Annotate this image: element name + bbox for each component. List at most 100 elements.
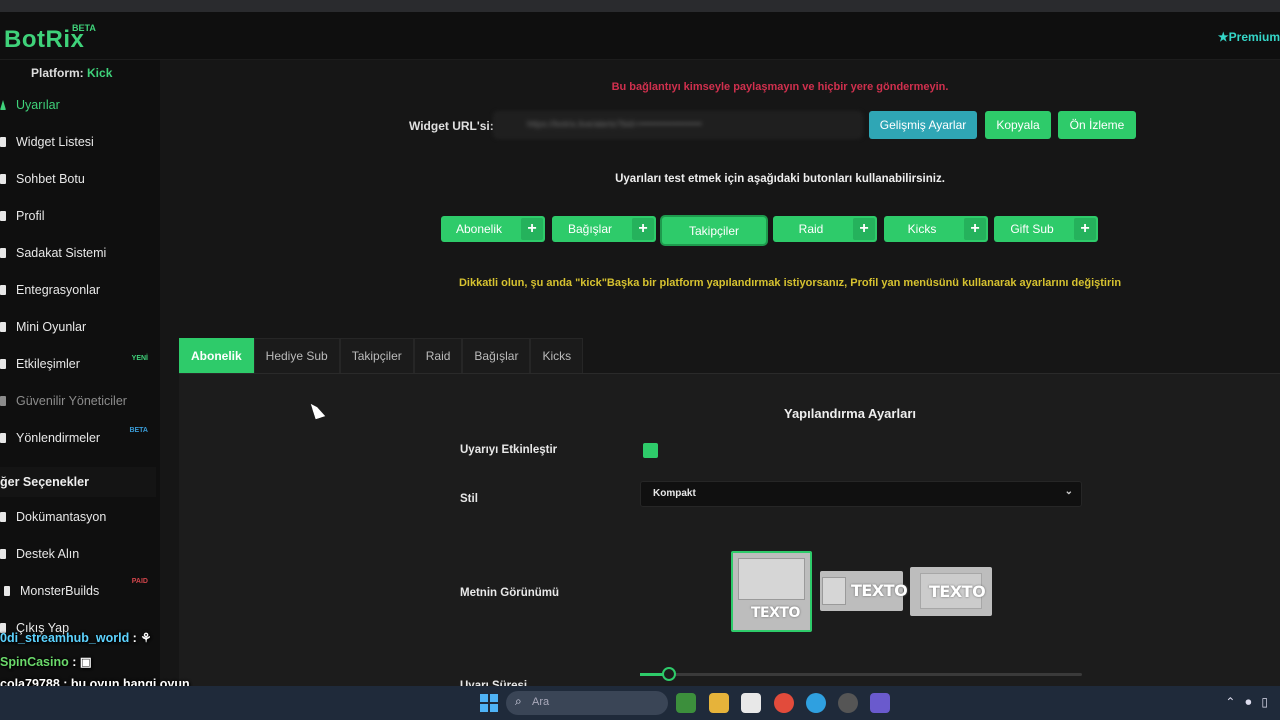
button-label: Raid (798, 222, 824, 236)
button-label: Bağışlar (567, 222, 613, 236)
sidebar-item-etkilesimler[interactable]: Etkileşimler YENİ (0, 349, 158, 379)
search-icon: ⌕ (515, 694, 522, 708)
plug-icon (0, 285, 6, 295)
chat-message: : (68, 655, 80, 669)
teams-icon[interactable] (870, 693, 890, 713)
top-bar: BotRix BETA ★Premium (0, 12, 1280, 60)
plus-icon: + (1074, 218, 1096, 240)
sidebar-item-yonlendirmeler[interactable]: Yönlendirmeler BETA (0, 423, 158, 453)
support-icon (0, 549, 6, 559)
sidebar-item-destek-alin[interactable]: Destek Alın (0, 539, 158, 569)
chat-icon (0, 174, 6, 184)
enable-alert-checkbox[interactable] (643, 443, 658, 458)
sidebar-item-label: Uyarılar (16, 98, 60, 112)
text-view-option-inline[interactable]: TEXTO (820, 571, 908, 611)
sidebar-item-profil[interactable]: Profil (0, 201, 158, 231)
chat-line: 0di_streamhub_world : ⚘ (0, 630, 152, 645)
sidebar-item-mini-oyunlar[interactable]: Mini Oyunlar (0, 312, 158, 342)
advanced-settings-button[interactable]: Gelişmiş Ayarlar (869, 111, 977, 139)
chevron-down-icon: ⌄ (1064, 486, 1073, 497)
config-panel: Yapılandırma Ayarları Uyarıyı Etkinleşti… (179, 373, 1280, 720)
test-kicks-button[interactable]: Kicks + (884, 216, 988, 242)
test-raid-button[interactable]: Raid + (773, 216, 877, 242)
tab-bagislar[interactable]: Bağışlar (462, 338, 531, 373)
test-gift-sub-button[interactable]: Gift Sub + (994, 216, 1098, 242)
sidebar-item-sadakat-sistemi[interactable]: Sadakat Sistemi (0, 238, 158, 268)
style-select[interactable]: Kompakt ⌄ (640, 481, 1082, 507)
sidebar-item-label: Mini Oyunlar (16, 320, 87, 334)
test-subscription-button[interactable]: Abonelik + (441, 216, 545, 242)
text-view-option-overlay[interactable]: TEXTO (910, 567, 992, 616)
sidebar-item-entegrasyonlar[interactable]: Entegrasyonlar (0, 275, 158, 305)
button-label: Abonelik (455, 222, 503, 236)
text-sample: TEXTO (929, 582, 986, 601)
windows-start-icon[interactable] (480, 694, 498, 712)
enable-alert-label: Uyarıyı Etkinleştir (460, 444, 558, 456)
edge-icon[interactable] (806, 693, 826, 713)
widget-url-field[interactable]: https://botrix.live/alerts?bid=•••••••••… (494, 112, 862, 138)
platform-notice: Dikkatli olun, şu anda "kick"Başka bir p… (458, 277, 1122, 289)
paid-badge: PAID (131, 578, 148, 585)
plus-icon: + (964, 218, 986, 240)
copy-button[interactable]: Kopyala (985, 111, 1051, 139)
test-donations-button[interactable]: Bağışlar + (552, 216, 656, 242)
chat-line: SpinCasino : ▣ (0, 654, 92, 669)
sidebar-item-label: MonsterBuilds (20, 584, 100, 598)
redirect-icon (0, 433, 6, 443)
tab-hediye-sub[interactable]: Hediye Sub (253, 338, 340, 373)
chrome-icon[interactable] (774, 693, 794, 713)
game-icon (0, 322, 6, 332)
preview-button[interactable]: Ön İzleme (1058, 111, 1136, 139)
alert-tabs: Abonelik Hediye Sub Takipçiler Raid Bağı… (179, 338, 584, 374)
app-icon[interactable] (838, 693, 858, 713)
text-view-option-stacked[interactable]: TEXTO (731, 551, 812, 632)
config-title: Yapılandırma Ayarları (784, 406, 916, 421)
chat-username: 0di_streamhub_world (0, 631, 130, 645)
test-followers-button[interactable]: Takipçiler (662, 217, 766, 244)
duration-slider-handle[interactable] (662, 667, 676, 681)
sidebar-item-label: Sohbet Botu (16, 172, 85, 186)
sidebar-item-uyarilar[interactable]: Uyarılar (0, 90, 158, 120)
sidebar-item-label: Destek Alın (16, 547, 80, 561)
loyalty-icon (0, 248, 6, 258)
book-icon (0, 512, 6, 522)
platform-indicator: Platform: Kick (31, 66, 112, 80)
beta-badge: BETA (129, 427, 148, 434)
sidebar-item-guvenilir-yoneticiler[interactable]: Güvenilir Yöneticiler (0, 386, 158, 416)
xbox-app-icon[interactable] (676, 693, 696, 713)
interaction-icon (0, 359, 6, 369)
taskbar-search[interactable]: ⌕ Ara (506, 691, 668, 715)
sidebar-item-label: Sadakat Sistemi (16, 246, 107, 260)
alert-icon (0, 100, 6, 110)
button-label: Takipçiler (688, 223, 739, 238)
user-icon (0, 211, 6, 221)
emote-icon: ▣ (79, 655, 92, 669)
text-sample: TEXTO (751, 605, 800, 621)
taskbar: ⌕ Ara ⌃ ⏺ ▯ (0, 686, 1280, 720)
widget-url-label: Widget URL'si: (409, 119, 494, 133)
premium-link[interactable]: ★Premium (1218, 30, 1280, 44)
test-instructions: Uyarıları test etmek için aşağıdaki buto… (615, 173, 945, 185)
system-tray[interactable]: ⌃ ⏺ ▯ (1225, 695, 1268, 710)
chat-message: : (129, 631, 141, 645)
sidebar-item-label: Yönlendirmeler (16, 431, 101, 445)
sidebar-item-dokumantasyon[interactable]: Dokümantasyon (0, 502, 158, 532)
sidebar-item-monsterbuilds[interactable]: MonsterBuilds PAID (0, 576, 158, 606)
sidebar-item-label: Etkileşimler (16, 357, 80, 371)
duration-slider-track[interactable] (640, 673, 1082, 676)
new-badge: YENİ (131, 355, 148, 362)
sidebar-item-sohbet-botu[interactable]: Sohbet Botu (0, 164, 158, 194)
tab-kicks[interactable]: Kicks (530, 338, 584, 373)
shield-icon (0, 396, 6, 406)
tab-abonelik[interactable]: Abonelik (179, 338, 254, 373)
sidebar-item-widget-listesi[interactable]: Widget Listesi (0, 127, 158, 157)
platform-label: Platform: (31, 66, 88, 80)
image-placeholder-icon (822, 577, 846, 605)
store-icon[interactable] (741, 693, 761, 713)
tab-raid[interactable]: Raid (413, 338, 463, 373)
plus-icon: + (632, 218, 654, 240)
beta-badge: BETA (72, 23, 96, 33)
tab-takipciler[interactable]: Takipçiler (339, 338, 414, 373)
text-view-label: Metnin Görünümü (460, 587, 560, 599)
file-explorer-icon[interactable] (709, 693, 729, 713)
